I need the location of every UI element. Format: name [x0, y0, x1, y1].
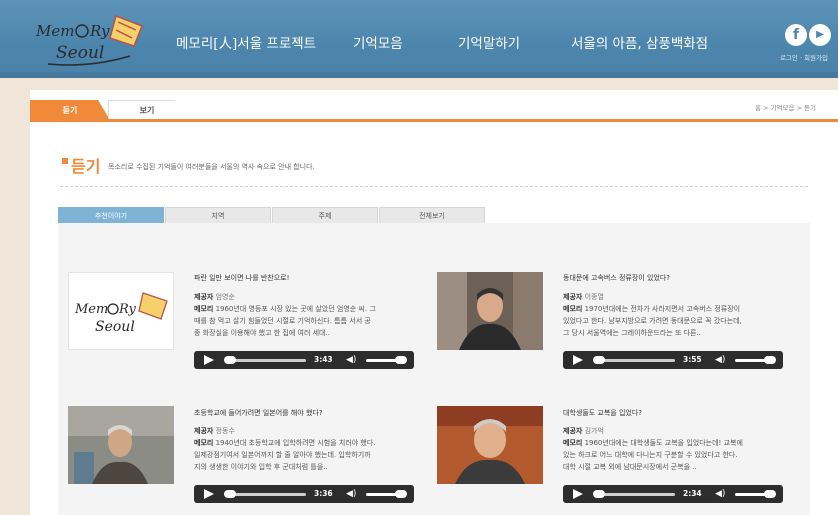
- excerpt-line: 중 화장실을 이용해야 했고 한 집에 여러 세대..: [194, 329, 330, 337]
- play-icon[interactable]: [573, 489, 583, 499]
- entry-excerpt: 메모리 1960년대에는 대학생들도 교복을 입었다는데! 교복에 있는 하크로…: [563, 437, 803, 473]
- site-header: Mem Ry Seoul 메모리[人]서울 프로젝트 기억모음 기억말하기 서울…: [0, 0, 838, 78]
- facebook-icon[interactable]: f: [785, 24, 807, 46]
- audio-player: 2:34 ◀): [563, 485, 783, 503]
- volume-icon[interactable]: ◀): [346, 488, 360, 500]
- youtube-icon[interactable]: ▶: [809, 24, 831, 46]
- entry-provider: 제공자 엄영순: [194, 292, 235, 302]
- play-icon[interactable]: [204, 355, 214, 365]
- entry-title[interactable]: 대학생들도 교복을 입었다?: [563, 408, 642, 418]
- svg-text:Ry: Ry: [89, 22, 110, 40]
- tab-listen[interactable]: 듣기: [30, 100, 110, 120]
- audio-player: 3:43 ◀): [194, 351, 414, 369]
- seek-track[interactable]: [595, 493, 675, 496]
- excerpt-line: 있는 하크로 어느 대학에 다니는지 구분할 수 있었다고 한다.: [563, 451, 738, 459]
- duration: 3:55: [683, 355, 702, 364]
- nav-sampoong[interactable]: 서울의 아픔, 삼풍백화점: [571, 32, 708, 52]
- nav-memory-seoul-project[interactable]: 메모리[人]서울 프로젝트: [176, 32, 316, 52]
- play-icon[interactable]: [573, 355, 583, 365]
- provider-name: 정동수: [215, 427, 235, 435]
- provider-label: 제공자: [563, 293, 583, 301]
- entry-thumbnail-logo[interactable]: Mem Ry Seoul: [68, 272, 174, 350]
- entry-thumbnail-photo[interactable]: [437, 272, 543, 350]
- volume-icon[interactable]: ◀): [715, 354, 729, 366]
- audio-player: 3:55 ◀): [563, 351, 783, 369]
- excerpt-line: 대학 시절 교복 외에 남대문시장에서 군복을 ..: [563, 463, 697, 471]
- memory-label: 메모리: [563, 439, 583, 447]
- duration: 3:43: [314, 355, 333, 364]
- provider-name: 김가억: [584, 427, 604, 435]
- seek-handle[interactable]: [224, 490, 236, 498]
- seek-track[interactable]: [595, 359, 675, 362]
- excerpt-line: 1940년대 초등학교에 입학하려면 시험을 치러야 했다.: [215, 439, 376, 447]
- excerpt-line: 일제강점기여서 일본어까지 할 줄 알아야 했는데. 입학하기까: [194, 451, 371, 459]
- excerpt-line: 1960년대 영등포 시장 있는 곳에 살았던 엄영순 씨. 그: [215, 305, 376, 313]
- breadcrumb: 홈 > 기억모음 > 듣기: [754, 104, 816, 112]
- volume-icon[interactable]: ◀): [715, 488, 729, 500]
- login-join-links[interactable]: 로그인 · 회원가입: [780, 52, 828, 62]
- duration: 2:34: [683, 489, 702, 498]
- seek-handle[interactable]: [593, 356, 605, 364]
- entry-thumbnail-photo[interactable]: [437, 406, 543, 484]
- tab-underline: [30, 119, 838, 122]
- entry-provider: 제공자 이종열: [563, 292, 604, 302]
- provider-name: 엄영순: [215, 293, 235, 301]
- excerpt-line: 때를 참 먹고 살기 힘들었던 시절로 기억하신다. 틈틈 서서 공: [194, 317, 371, 325]
- nav-memory-collection[interactable]: 기억모음: [353, 32, 403, 52]
- entry-excerpt: 메모리 1940년대 초등학교에 입학하려면 시험을 치러야 했다. 일제강점기…: [194, 437, 424, 473]
- provider-name: 이종열: [584, 293, 604, 301]
- divider: [60, 186, 808, 187]
- nav-memory-telling[interactable]: 기억말하기: [458, 32, 520, 52]
- seek-track[interactable]: [226, 359, 306, 362]
- svg-text:Mem: Mem: [74, 302, 108, 317]
- svg-text:Seoul: Seoul: [95, 319, 135, 335]
- seek-handle[interactable]: [224, 356, 236, 364]
- page-title: 듣기: [71, 157, 101, 176]
- memory-in-seoul-logo[interactable]: Mem Ry Seoul: [30, 12, 150, 68]
- provider-label: 제공자: [194, 293, 214, 301]
- page-description: 목소리로 수집된 기억들이 여러분들을 서울의 역사 속으로 안내 합니다.: [108, 163, 315, 171]
- memory-label: 메모리: [194, 439, 214, 447]
- entry-title[interactable]: 동대문에 고속버스 정류장이 있었다?: [563, 273, 670, 283]
- volume-icon[interactable]: ◀): [346, 354, 360, 366]
- volume-handle[interactable]: [764, 356, 776, 364]
- subtab-topic[interactable]: 주제: [272, 207, 378, 223]
- seek-handle[interactable]: [593, 490, 605, 498]
- excerpt-line: 1960년대에는 대학생들도 교복을 입었다는데! 교복에: [584, 439, 743, 447]
- duration: 3:36: [314, 489, 333, 498]
- entry-thumbnail-photo[interactable]: [68, 406, 174, 484]
- excerpt-line: 1970년대에는 전차가 사라지면서 고속버스 정류장이: [584, 305, 741, 313]
- provider-label: 제공자: [194, 427, 214, 435]
- excerpt-line: 있었다고 한다. 남부지방으로 가려면 동대문으로 꼭 갔다는데,: [563, 317, 742, 325]
- tab-view[interactable]: 보기: [108, 100, 186, 120]
- subtab-recommended[interactable]: 추천이야기: [58, 207, 164, 223]
- title-bullet-icon: [62, 158, 68, 164]
- memory-label: 메모리: [194, 305, 214, 313]
- svg-text:Seoul: Seoul: [56, 43, 104, 63]
- provider-label: 제공자: [563, 427, 583, 435]
- entry-provider: 제공자 김가억: [563, 426, 604, 436]
- seek-track[interactable]: [226, 493, 306, 496]
- svg-text:Mem: Mem: [35, 22, 74, 40]
- volume-handle[interactable]: [764, 490, 776, 498]
- entry-excerpt: 메모리 1970년대에는 전차가 사라지면서 고속버스 정류장이 있었다고 한다…: [563, 303, 803, 339]
- excerpt-line: 지의 생생한 이야기와 입학 후 군대처럼 틀을..: [194, 463, 328, 471]
- entry-excerpt: 메모리 1960년대 영등포 시장 있는 곳에 살았던 엄영순 씨. 그 때를 …: [194, 303, 424, 339]
- play-icon[interactable]: [204, 489, 214, 499]
- audio-player: 3:36 ◀): [194, 485, 414, 503]
- subtab-region[interactable]: 지역: [165, 207, 271, 223]
- excerpt-line: 그 당시 서울역에는 그레이하운드라는 또 다른..: [563, 329, 701, 337]
- entry-title[interactable]: 파란 일만 보이면 나를 반찬으로!: [194, 273, 289, 283]
- entry-title[interactable]: 초등학교에 들어가려면 일본어를 해야 했다?: [194, 408, 323, 418]
- entry-provider: 제공자 정동수: [194, 426, 235, 436]
- volume-handle[interactable]: [395, 356, 407, 364]
- svg-text:Ry: Ry: [118, 302, 137, 317]
- subtab-all[interactable]: 전체보기: [379, 207, 485, 223]
- memory-label: 메모리: [563, 305, 583, 313]
- volume-handle[interactable]: [395, 490, 407, 498]
